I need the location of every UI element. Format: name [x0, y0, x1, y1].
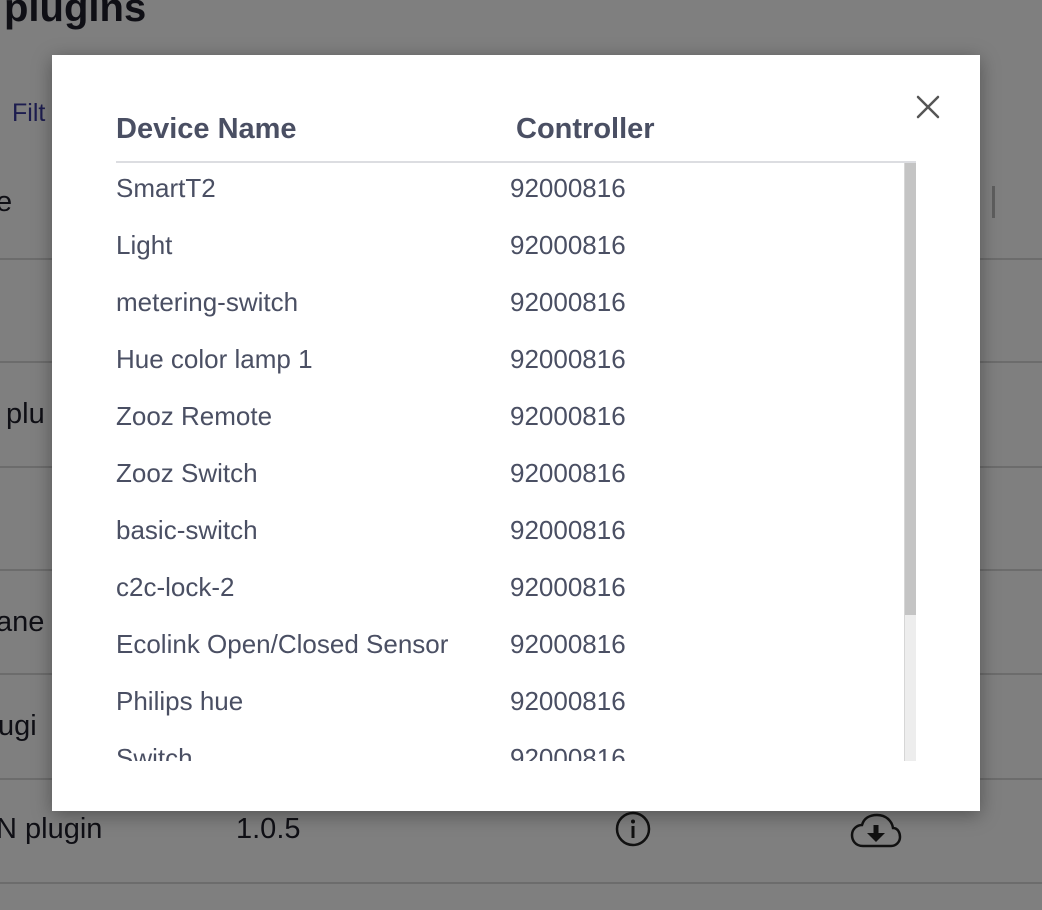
table-row: SmartT2 92000816	[116, 163, 904, 220]
table-row: Zooz Remote 92000816	[116, 391, 904, 448]
table-row: c2c-lock-2 92000816	[116, 562, 904, 619]
controller-cell: 92000816	[510, 230, 626, 260]
column-header-controller[interactable]: Controller	[516, 113, 655, 146]
controller-cell: 92000816	[510, 287, 626, 317]
controller-cell: 92000816	[510, 458, 626, 488]
controller-cell: 92000816	[510, 572, 626, 602]
controller-cell: 92000816	[510, 515, 626, 545]
table-row: Hue color lamp 1 92000816	[116, 334, 904, 391]
device-name-cell: Zooz Remote	[116, 401, 273, 431]
page: plugins Filt e plu ane ugi N plugin 1.0.…	[0, 0, 1042, 910]
table-header: Device Name Controller	[116, 113, 916, 163]
device-name-cell: Switch	[116, 743, 193, 761]
table-row: Ecolink Open/Closed Sensor 92000816	[116, 619, 904, 676]
controller-cell: 92000816	[510, 743, 626, 761]
scrollbar-thumb[interactable]	[905, 163, 916, 615]
device-name-cell: basic-switch	[116, 515, 258, 545]
controller-cell: 92000816	[510, 344, 626, 374]
device-name-cell: Hue color lamp 1	[116, 344, 313, 374]
column-header-device-name[interactable]: Device Name	[116, 113, 297, 146]
controller-cell: 92000816	[510, 686, 626, 716]
device-name-cell: Philips hue	[116, 686, 244, 716]
device-name-cell: metering-switch	[116, 287, 299, 317]
controller-cell: 92000816	[510, 401, 626, 431]
devices-modal: Device Name Controller SmartT2 92000816 …	[52, 55, 980, 811]
controller-cell: 92000816	[510, 173, 626, 203]
table-row: basic-switch 92000816	[116, 505, 904, 562]
device-name-cell: c2c-lock-2	[116, 572, 235, 602]
table-row: metering-switch 92000816	[116, 277, 904, 334]
device-name-cell: Zooz Switch	[116, 458, 258, 488]
table-row: Light 92000816	[116, 220, 904, 277]
device-name-cell: Light	[116, 230, 173, 260]
device-name-cell: Ecolink Open/Closed Sensor	[116, 629, 449, 659]
table-row: Zooz Switch 92000816	[116, 448, 904, 505]
table-row: Switch 92000816	[116, 733, 904, 761]
table-row: Philips hue 92000816	[116, 676, 904, 733]
controller-cell: 92000816	[510, 629, 626, 659]
device-table-body[interactable]: SmartT2 92000816 Light 92000816 metering…	[116, 163, 904, 761]
table-scrollbar[interactable]	[904, 163, 916, 761]
device-name-cell: SmartT2	[116, 173, 216, 203]
